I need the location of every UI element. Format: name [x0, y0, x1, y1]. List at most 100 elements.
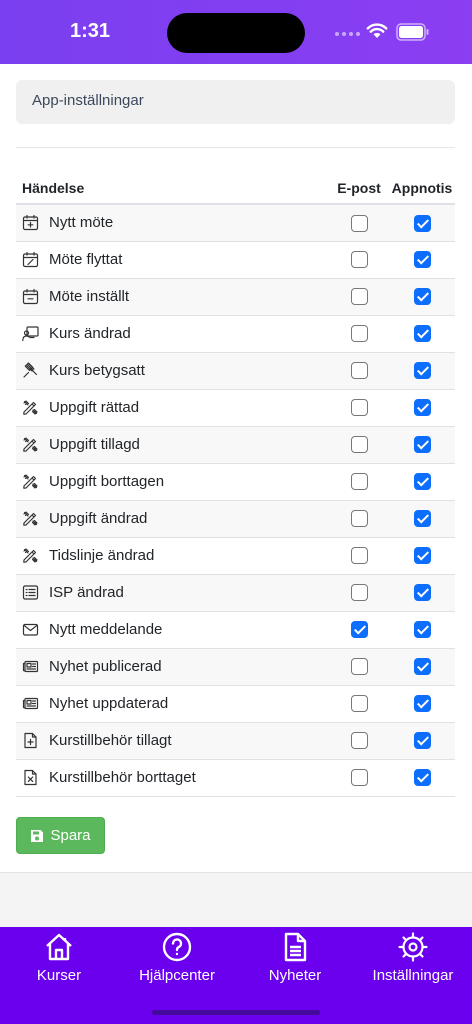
push-checkbox[interactable] [413, 436, 431, 454]
email-checkbox[interactable] [350, 473, 368, 491]
event-label: Nyhet publicerad [49, 658, 162, 675]
table-row: Nytt meddelande [16, 611, 455, 649]
event-label: Möte inställt [49, 288, 130, 305]
file-plus-icon [24, 732, 37, 749]
settings-content: App-inställningar Händelse E-post Appnot… [0, 64, 472, 872]
table-row: Nyhet uppdaterad [16, 685, 455, 723]
event-cell: Kurs betygsatt [16, 352, 329, 390]
push-cell [389, 685, 455, 723]
push-checkbox[interactable] [413, 288, 431, 306]
table-row: Kurs ändrad [16, 315, 455, 353]
save-button[interactable]: Spara [16, 817, 105, 854]
email-cell [329, 241, 389, 279]
email-cell [329, 722, 389, 760]
email-cell [329, 352, 389, 390]
file-x-icon [24, 769, 37, 786]
newspaper-icon [22, 697, 39, 710]
push-cell [389, 241, 455, 279]
table-row: Uppgift borttagen [16, 463, 455, 501]
push-checkbox[interactable] [413, 251, 431, 269]
email-cell [329, 759, 389, 797]
battery-icon [396, 23, 429, 41]
push-cell [389, 389, 455, 427]
event-label: Nytt meddelande [49, 621, 163, 638]
status-bar: 1:31 [0, 0, 472, 64]
email-cell [329, 463, 389, 501]
table-row: Möte flyttat [16, 241, 455, 279]
event-cell: Kurstillbehör tillagt [16, 722, 329, 760]
tab-label: Hjälpcenter [139, 967, 215, 984]
wifi-icon [366, 23, 388, 38]
email-checkbox[interactable] [350, 584, 368, 602]
email-cell [329, 648, 389, 686]
table-row: ISP ändrad [16, 574, 455, 612]
email-checkbox[interactable] [350, 362, 368, 380]
event-label: Kurstillbehör borttaget [49, 769, 196, 786]
push-checkbox[interactable] [413, 621, 431, 639]
table-row: Tidslinje ändrad [16, 537, 455, 575]
email-cell [329, 537, 389, 575]
email-checkbox[interactable] [350, 436, 368, 454]
email-checkbox[interactable] [350, 732, 368, 750]
push-checkbox[interactable] [413, 547, 431, 565]
event-cell: Uppgift tillagd [16, 426, 329, 464]
save-button-label: Spara [50, 827, 91, 844]
event-cell: Möte flyttat [16, 241, 329, 279]
table-row: Kurs betygsatt [16, 352, 455, 390]
tab-nyheter[interactable]: Nyheter [236, 931, 354, 984]
column-header-email: E-post [329, 172, 389, 205]
calendar-edit-icon [22, 251, 39, 268]
tab-hjalpcenter[interactable]: Hjälpcenter [118, 931, 236, 984]
email-checkbox[interactable] [350, 769, 368, 787]
push-cell [389, 426, 455, 464]
tab-kurser[interactable]: Kurser [0, 931, 118, 984]
email-cell [329, 204, 389, 242]
floppy-disk-icon [31, 829, 44, 842]
email-checkbox[interactable] [350, 251, 368, 269]
event-cell: Nyhet uppdaterad [16, 685, 329, 723]
push-checkbox[interactable] [413, 362, 431, 380]
email-checkbox[interactable] [350, 214, 368, 232]
event-cell: Nytt möte [16, 204, 329, 242]
push-cell [389, 278, 455, 316]
push-checkbox[interactable] [413, 214, 431, 232]
push-cell [389, 463, 455, 501]
push-cell [389, 537, 455, 575]
calendar-plus-icon [22, 215, 39, 231]
table-row: Möte inställt [16, 278, 455, 316]
email-checkbox[interactable] [350, 658, 368, 676]
event-cell: Nytt meddelande [16, 611, 329, 649]
push-checkbox[interactable] [413, 695, 431, 713]
event-label: Kurs ändrad [49, 325, 131, 342]
push-cell [389, 500, 455, 538]
question-circle-icon [162, 932, 192, 962]
push-checkbox[interactable] [413, 584, 431, 602]
email-checkbox[interactable] [350, 288, 368, 306]
push-checkbox[interactable] [413, 769, 431, 787]
pencil-ruler-icon [23, 474, 38, 489]
push-cell [389, 759, 455, 797]
email-checkbox[interactable] [350, 325, 368, 343]
push-checkbox[interactable] [413, 658, 431, 676]
tab-installningar[interactable]: Inställningar [354, 931, 472, 984]
tab-label: Kurser [36, 967, 82, 984]
event-cell: Möte inställt [16, 278, 329, 316]
push-checkbox[interactable] [413, 732, 431, 750]
email-checkbox[interactable] [350, 510, 368, 528]
push-checkbox[interactable] [413, 325, 431, 343]
event-label: Uppgift borttagen [49, 473, 165, 490]
push-checkbox[interactable] [413, 473, 431, 491]
email-checkbox[interactable] [350, 547, 368, 565]
section-title: App-inställningar [16, 80, 455, 124]
event-cell: Tidslinje ändrad [16, 537, 329, 575]
email-checkbox[interactable] [350, 695, 368, 713]
email-checkbox[interactable] [350, 621, 368, 639]
push-checkbox[interactable] [413, 510, 431, 528]
gear-icon [398, 932, 428, 962]
email-cell [329, 500, 389, 538]
event-cell: Uppgift ändrad [16, 500, 329, 538]
push-cell [389, 722, 455, 760]
email-checkbox[interactable] [350, 399, 368, 417]
email-cell [329, 278, 389, 316]
push-checkbox[interactable] [413, 399, 431, 417]
